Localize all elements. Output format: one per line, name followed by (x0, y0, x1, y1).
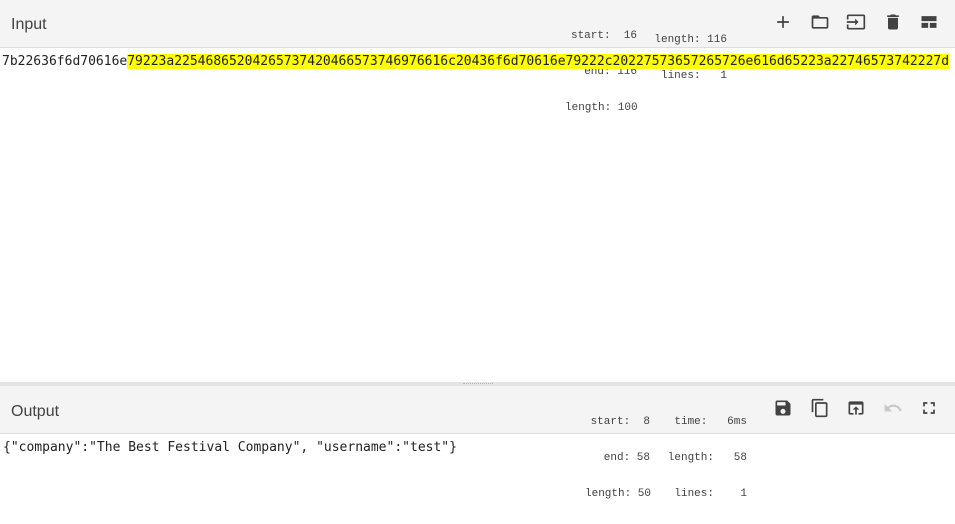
input-text-plain: 7b22636f6d70616e (2, 54, 128, 69)
copy-icon (811, 398, 828, 418)
output-panel-header: Output start: 8 end: 58 length: 50 time:… (0, 386, 955, 500)
output-time: time: 6ms (674, 416, 747, 428)
output-text: {"company":"The Best Festival Company", … (3, 440, 457, 455)
input-arrow-icon (846, 14, 866, 30)
output-title: Output (11, 403, 60, 420)
open-file-input-button[interactable] (843, 9, 869, 35)
fullscreen-icon (923, 402, 935, 414)
add-icon (777, 16, 789, 28)
input-text-selected-end: 27d (925, 54, 950, 69)
input-stat-start: start: 16 (570, 30, 637, 42)
input-textarea[interactable]: 7b22636f6d70616e79223a225468652042657374… (0, 48, 955, 382)
replace-input-icon (848, 401, 864, 415)
trash-icon (887, 14, 899, 30)
clear-input-button[interactable] (880, 9, 906, 35)
output-textarea[interactable]: {"company":"The Best Festival Company", … (0, 434, 955, 520)
input-total-length: length: 116 (654, 34, 727, 46)
copy-output-button[interactable] (807, 395, 833, 421)
output-stat-start: start: 8 (590, 416, 650, 428)
input-title: Input (11, 16, 47, 33)
replace-input-button[interactable] (843, 395, 869, 421)
save-icon (775, 400, 791, 416)
maximise-output-button[interactable] (916, 395, 942, 421)
input-panel-header: Input start: 16 end: 116 length: 100 len… (0, 0, 955, 114)
open-file-button[interactable] (807, 9, 833, 35)
save-output-button[interactable] (770, 395, 796, 421)
add-input-button[interactable] (770, 9, 796, 35)
input-text-selected: 79223a2254686520426573742046657374697661… (127, 54, 926, 69)
undo-icon (884, 403, 902, 412)
undo-button[interactable] (880, 395, 906, 421)
reset-layout-button[interactable] (916, 9, 942, 35)
layout-icon (921, 16, 937, 28)
open-folder-icon (811, 15, 829, 29)
